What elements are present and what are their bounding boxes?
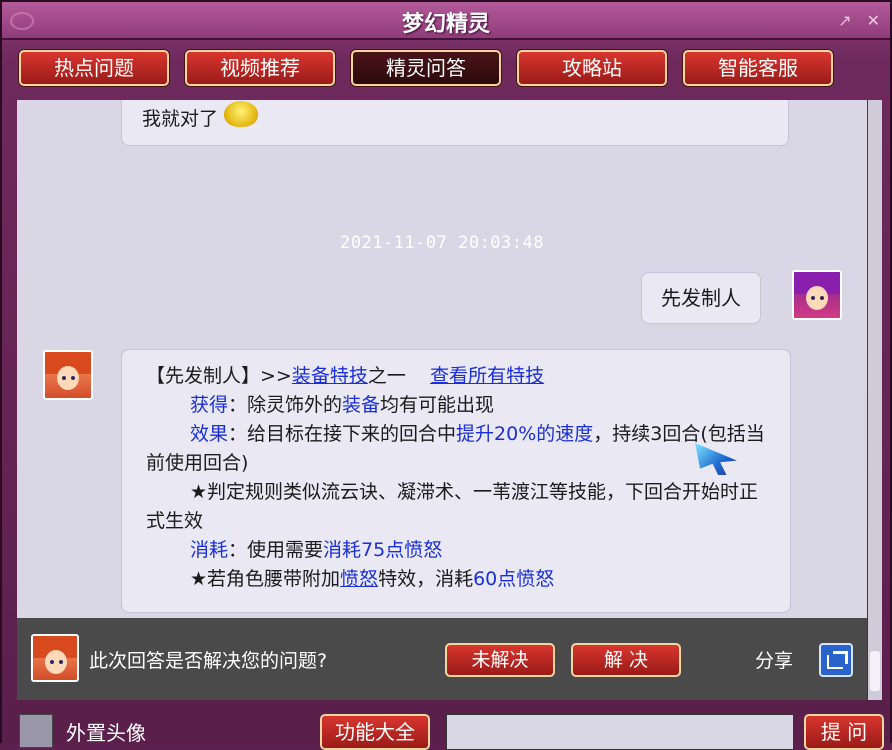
functions-button[interactable]: 功能大全	[320, 714, 430, 750]
chat-scrollbar[interactable]	[868, 100, 882, 700]
chat-area[interactable]: 我就对了 2021-11-07 20:03:48 先发制人 【先发制人】>>装备…	[17, 100, 867, 618]
answer-effect: 效果：给目标在接下来的回合中提升20%的速度，持续3回合(包括当前使用回合)	[146, 423, 765, 474]
external-avatar-label: 外置头像	[66, 721, 146, 745]
user-avatar	[792, 270, 842, 320]
bottom-bar: 外置头像 功能大全 提 问	[2, 702, 890, 750]
window-controls: ↗ ✕	[828, 11, 880, 30]
previous-answer-bubble: 我就对了	[121, 100, 789, 146]
view-all-skills-link[interactable]: 查看所有特技	[430, 365, 544, 387]
sprite-avatar	[43, 350, 93, 400]
feedback-question: 此次回答是否解决您的问题?	[89, 650, 328, 672]
tab-video-recommend[interactable]: 视频推荐	[185, 50, 335, 86]
answer-heading: 【先发制人】>>装备特技之一 查看所有特技	[146, 365, 545, 387]
answer-obtain: 获得：除灵饰外的装备均有可能出现	[190, 394, 495, 416]
answer-cost: 消耗：使用需要消耗75点愤怒	[190, 539, 443, 561]
scrollbar-thumb[interactable]	[870, 651, 880, 691]
tab-hot-questions[interactable]: 热点问题	[19, 50, 169, 86]
share-icon[interactable]	[819, 643, 853, 677]
restore-icon[interactable]: ↗	[838, 11, 851, 30]
equipment-skill-link[interactable]: 装备特技	[292, 365, 368, 387]
message-timestamp: 2021-11-07 20:03:48	[340, 233, 544, 253]
tab-sprite-qa[interactable]: 精灵问答	[351, 50, 501, 86]
title-bar: 梦幻精灵 ↗ ✕	[2, 2, 890, 40]
app-window: 梦幻精灵 ↗ ✕ 热点问题 视频推荐 精灵问答 攻略站 智能客服 我就对了 20…	[0, 0, 892, 750]
tab-smart-service[interactable]: 智能客服	[683, 50, 833, 86]
smile-emoji-icon	[224, 101, 259, 127]
ask-button[interactable]: 提 问	[804, 714, 884, 750]
feedback-bar: 此次回答是否解决您的问题? 未解决 解 决 分享	[17, 618, 867, 700]
tab-bar: 热点问题 视频推荐 精灵问答 攻略站 智能客服	[19, 50, 879, 86]
user-message-bubble: 先发制人	[641, 272, 761, 324]
share-label[interactable]: 分享	[755, 646, 793, 673]
answer-belt-note: ★若角色腰带附加愤怒特效，消耗60点愤怒	[190, 568, 555, 590]
question-input[interactable]	[446, 714, 794, 750]
unsolved-button[interactable]: 未解决	[445, 643, 555, 677]
answer-rule-note: ★判定规则类似流云诀、凝滞术、一苇渡江等技能，下回合开始时正式生效	[146, 481, 759, 532]
rage-link[interactable]: 愤怒	[340, 568, 378, 590]
tab-guide-station[interactable]: 攻略站	[517, 50, 667, 86]
previous-answer-text: 我就对了	[142, 108, 219, 130]
close-icon[interactable]: ✕	[867, 11, 880, 30]
answer-bubble: 【先发制人】>>装备特技之一 查看所有特技 获得：除灵饰外的装备均有可能出现 效…	[121, 349, 791, 613]
solved-button[interactable]: 解 决	[571, 643, 681, 677]
feedback-avatar	[31, 634, 79, 682]
window-title: 梦幻精灵	[401, 12, 490, 37]
